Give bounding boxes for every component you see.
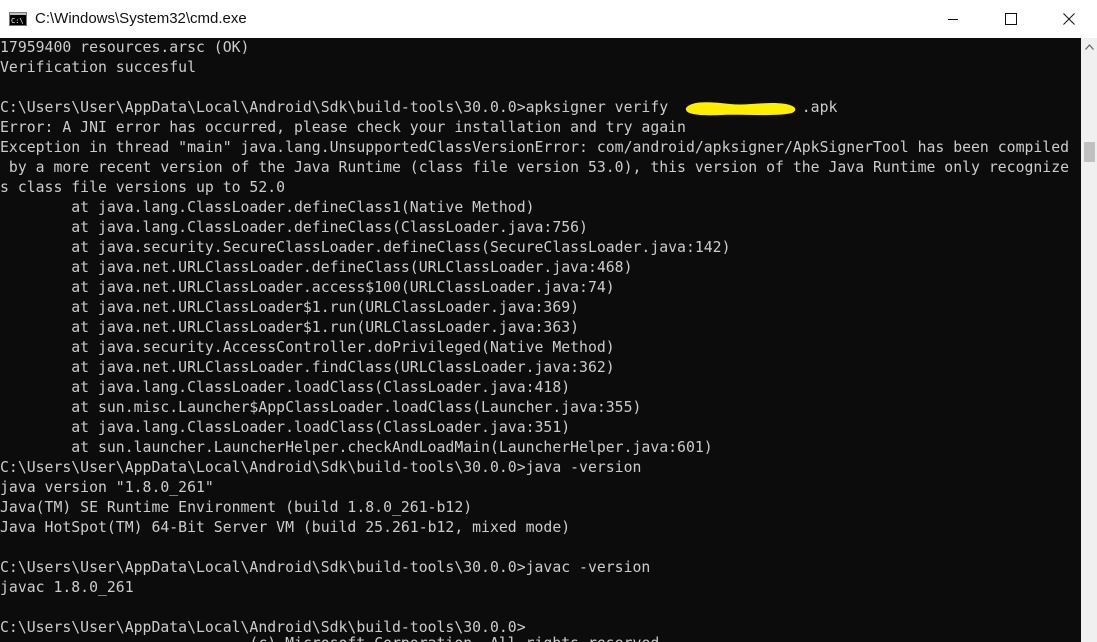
- maximize-button[interactable]: [982, 0, 1040, 38]
- console-line: Error: A JNI error has occurred, please …: [0, 119, 686, 136]
- scroll-thumb[interactable]: [1084, 142, 1095, 162]
- console-line: Java HotSpot(TM) 64-Bit Server VM (build…: [0, 519, 571, 536]
- console-line: at java.lang.ClassLoader.defineClass(Cla…: [0, 219, 588, 236]
- maximize-icon: [1005, 13, 1017, 25]
- console-line: at sun.launcher.LauncherHelper.checkAndL…: [0, 439, 713, 456]
- console-output[interactable]: 17959400 resources.arsc (OK) Verificatio…: [0, 38, 1081, 642]
- close-button[interactable]: [1040, 0, 1097, 38]
- console-line: C:\Users\User\AppData\Local\Android\Sdk\…: [0, 459, 642, 476]
- svg-text:C:\: C:\: [11, 17, 24, 25]
- console-line: at java.security.SecureClassLoader.defin…: [0, 239, 731, 256]
- close-icon: [1063, 13, 1075, 25]
- console-line: by a more recent version of the Java Run…: [0, 159, 1070, 176]
- minimize-icon: [948, 19, 958, 20]
- minimize-button[interactable]: [924, 0, 982, 38]
- console-line: at sun.misc.Launcher$AppClassLoader.load…: [0, 399, 642, 416]
- window-title: C:\Windows\System32\cmd.exe: [35, 10, 247, 27]
- console-line: 17959400 resources.arsc (OK): [0, 39, 250, 56]
- cmd-icon: C:\: [9, 12, 27, 26]
- console-line: at java.net.URLClassLoader.defineClass(U…: [0, 259, 633, 276]
- console-line: Java(TM) SE Runtime Environment (build 1…: [0, 499, 473, 516]
- console-line: C:\Users\User\AppData\Local\Android\Sdk\…: [0, 559, 651, 576]
- console-line: at java.lang.ClassLoader.loadClass(Class…: [0, 419, 571, 436]
- console-line: at java.net.URLClassLoader.findClass(URL…: [0, 359, 615, 376]
- redaction-highlight: [685, 102, 796, 116]
- cmd-window: C:\ C:\Windows\System32\cmd.exe 17959400…: [0, 0, 1097, 642]
- console-line: at java.net.URLClassLoader$1.run(URLClas…: [0, 319, 580, 336]
- console-line: Exception in thread "main" java.lang.Uns…: [0, 139, 1070, 156]
- scroll-up-button[interactable]: [1081, 38, 1097, 55]
- console-line: Verification succesful: [0, 59, 196, 76]
- console-line: at java.net.URLClassLoader$1.run(URLClas…: [0, 299, 580, 316]
- console-line: javac 1.8.0_261: [0, 579, 134, 596]
- console-line: at java.lang.ClassLoader.defineClass1(Na…: [0, 199, 535, 216]
- console-line: java version "1.8.0_261": [0, 479, 214, 496]
- console-line: at java.security.AccessController.doPriv…: [0, 339, 615, 356]
- console-line: s class file versions up to 52.0: [0, 179, 286, 196]
- vertical-scrollbar[interactable]: [1081, 38, 1097, 642]
- console-line-clipped: (c) Microsoft Corporation. All rights re…: [0, 634, 668, 642]
- console-line: at java.lang.ClassLoader.loadClass(Class…: [0, 379, 571, 396]
- title-bar[interactable]: C:\ C:\Windows\System32\cmd.exe: [0, 0, 1097, 38]
- console-line: at java.net.URLClassLoader.access$100(UR…: [0, 279, 615, 296]
- scroll-up-arrow-icon: [1084, 43, 1094, 50]
